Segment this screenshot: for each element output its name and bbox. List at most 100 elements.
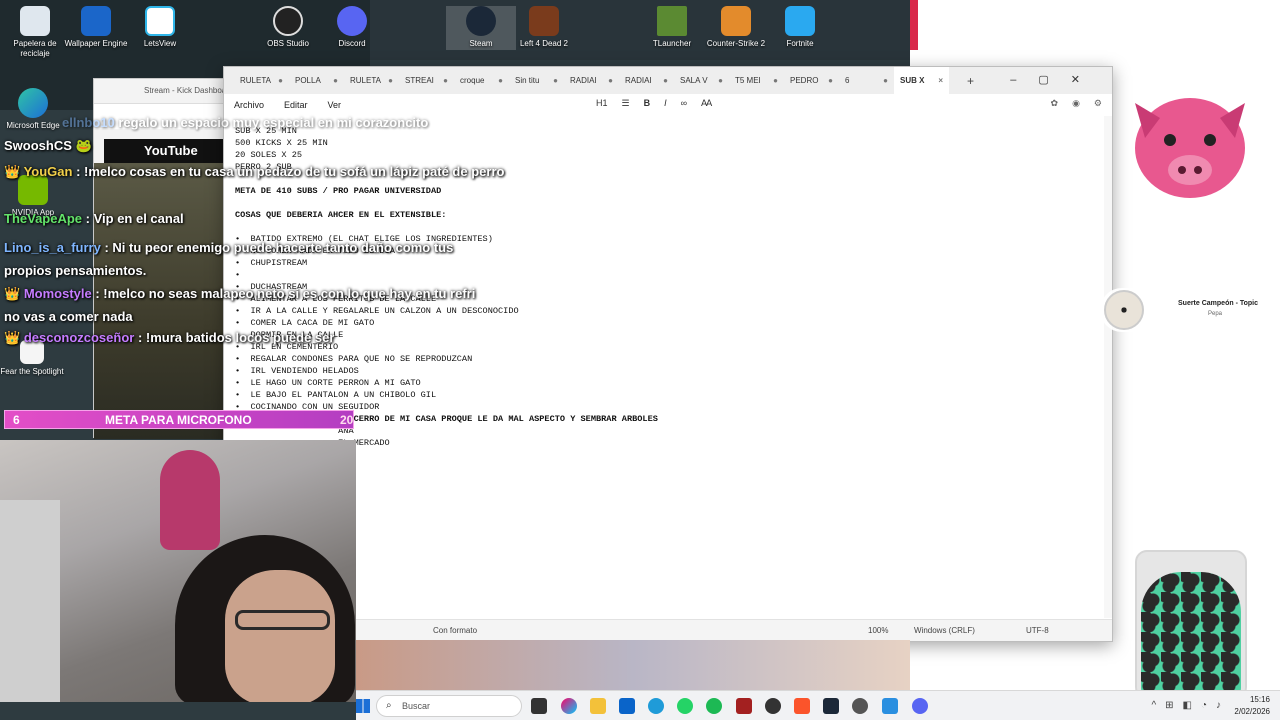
- desktop-icon-steam[interactable]: Steam: [446, 6, 516, 50]
- youtube-logo[interactable]: YouTube: [144, 143, 198, 158]
- clear-format-icon[interactable]: Ꜳ: [701, 98, 712, 109]
- close-icon[interactable]: ●: [553, 76, 558, 85]
- close-icon[interactable]: ●: [388, 76, 393, 85]
- steam-taskbar-icon[interactable]: [823, 698, 839, 714]
- close-icon[interactable]: ●: [828, 76, 833, 85]
- menu-editar[interactable]: Editar: [284, 100, 308, 110]
- tlauncher-icon: [657, 6, 687, 36]
- tab-2[interactable]: POLLA ●: [289, 76, 344, 85]
- counter-strike-2-icon: [721, 6, 751, 36]
- start-button[interactable]: [356, 699, 370, 713]
- obs-taskbar-icon[interactable]: [765, 698, 781, 714]
- goal-current: 6: [13, 413, 20, 427]
- text-line: META DE 410 SUBS / PRO PAGAR UNIVERSIDAD: [235, 186, 442, 196]
- chat-message: ellnbo10 regalo un espacio muy especial …: [62, 115, 429, 130]
- tab-1[interactable]: RULETA ●: [234, 76, 289, 85]
- italic-icon[interactable]: I: [664, 98, 667, 109]
- whatsapp-icon[interactable]: [677, 698, 693, 714]
- edge-icon: [18, 88, 48, 118]
- list-icon[interactable]: ☰: [622, 98, 630, 109]
- close-icon[interactable]: ●: [663, 76, 668, 85]
- close-icon[interactable]: ●: [278, 76, 283, 85]
- desktop-icon-recycle-bin[interactable]: Papelera de reciclaje: [0, 6, 70, 59]
- tab-7[interactable]: RADIAI ●: [564, 76, 619, 85]
- search-icon: ⌕: [386, 700, 392, 711]
- steam-icon: [466, 6, 496, 36]
- streamer-face: [225, 570, 335, 702]
- tab-3[interactable]: RULETA ●: [344, 76, 399, 85]
- browser-tab-title[interactable]: Stream - Kick Dashboa: [94, 79, 232, 103]
- desktop-icon-left4dead2[interactable]: Left 4 Dead 2: [509, 6, 579, 49]
- tab-4[interactable]: STREAI ●: [399, 76, 454, 85]
- desktop-icon-tlauncher[interactable]: TLauncher: [637, 6, 707, 49]
- status-format: Con formato: [433, 626, 478, 635]
- text-line: 20 SOLES X 25: [235, 150, 303, 160]
- text-line: • IRL VENDIENDO HELADOS: [235, 366, 359, 376]
- clock[interactable]: 15:16 2/02/2026: [1234, 694, 1270, 718]
- spotify-icon[interactable]: [706, 698, 722, 714]
- menu-ver[interactable]: Ver: [328, 100, 342, 110]
- new-tab-button[interactable]: +: [967, 74, 974, 88]
- close-icon[interactable]: ×: [938, 67, 943, 94]
- nvidia-taskbar-icon[interactable]: [852, 698, 868, 714]
- link-icon[interactable]: ∞: [681, 98, 687, 109]
- menu-archivo[interactable]: Archivo: [234, 100, 264, 110]
- text-line: [235, 197, 658, 209]
- window-controls[interactable]: –▢✕: [1010, 73, 1102, 86]
- youtube-header: YouTube: [104, 139, 234, 163]
- tab-5[interactable]: croque ●: [454, 76, 509, 85]
- desktop-icon-discord[interactable]: Discord: [317, 6, 387, 49]
- tab-13-active[interactable]: SUB X ×: [894, 67, 949, 94]
- close-icon[interactable]: ●: [883, 76, 888, 85]
- edge-taskbar-icon[interactable]: [648, 698, 664, 714]
- chat-message: SwooshCS 🐸: [4, 138, 92, 153]
- close-icon[interactable]: ●: [718, 76, 723, 85]
- recycle-bin-icon: [20, 6, 50, 36]
- gear-icon[interactable]: ⚙: [1094, 98, 1102, 109]
- store-icon[interactable]: [619, 698, 635, 714]
- bold-icon[interactable]: B: [644, 98, 651, 109]
- desktop-icon-wallpaper-engine[interactable]: Wallpaper Engine: [61, 6, 131, 49]
- vertical-scrollbar[interactable]: [1104, 116, 1112, 618]
- chat-message: 👑 Momostyle : !melco no seas malapeo net…: [4, 286, 476, 324]
- brave-icon[interactable]: [794, 698, 810, 714]
- heading-select[interactable]: H1: [596, 98, 608, 109]
- wallpaper-engine-icon: [81, 6, 111, 36]
- jar-contents: [1141, 572, 1241, 702]
- tab-12[interactable]: 6 ●: [839, 76, 894, 85]
- chat-message: Lino_is_a_furry : Ni tu peor enemigo pue…: [4, 240, 454, 278]
- notepad-right-tools: ✿ ◉ ⚙: [1051, 98, 1102, 109]
- letsview-icon: [145, 6, 175, 36]
- close-icon[interactable]: ●: [333, 76, 338, 85]
- tab-8[interactable]: RADIAI ●: [619, 76, 674, 85]
- desktop-icon-fortnite[interactable]: Fortnite: [765, 6, 835, 49]
- file-explorer-icon[interactable]: [590, 698, 606, 714]
- system-tray[interactable]: ^⊞◧◔♪: [1151, 700, 1230, 711]
- close-icon[interactable]: ●: [773, 76, 778, 85]
- text-line: COSAS QUE DEBERIA AHCER EN EL EXTENSIBLE…: [235, 210, 447, 220]
- task-view-icon[interactable]: [531, 698, 547, 714]
- desktop-icon-obs[interactable]: OBS Studio: [253, 6, 323, 49]
- notepad-taskbar-icon[interactable]: [882, 698, 898, 714]
- tab-6[interactable]: Sin titu ●: [509, 76, 564, 85]
- close-icon[interactable]: ●: [608, 76, 613, 85]
- dota-icon[interactable]: [736, 698, 752, 714]
- tab-9[interactable]: SALA V ●: [674, 76, 729, 85]
- copilot-taskbar-icon[interactable]: [561, 698, 577, 714]
- song-artist: Pepa: [1208, 311, 1223, 317]
- notepad-tab-bar: RULETA ● POLLA ● RULETA ● STREAI ● croque ● S…: [224, 67, 1112, 94]
- tab-10[interactable]: T5 MEI ●: [729, 76, 784, 85]
- account-icon[interactable]: ◉: [1072, 98, 1080, 109]
- search-box[interactable]: ⌕ Buscar: [376, 695, 522, 717]
- desktop-icon-counter-strike-2[interactable]: Counter-Strike 2: [701, 6, 771, 49]
- desktop-icon-edge[interactable]: Microsoft Edge: [0, 88, 68, 131]
- close-icon[interactable]: ●: [443, 76, 448, 85]
- now-playing-widget[interactable]: Suerte Campeón - Topic Pepa: [1100, 288, 1280, 332]
- copilot-icon[interactable]: ✿: [1051, 98, 1059, 109]
- desktop-icon-letsview[interactable]: LetsView: [125, 6, 195, 49]
- close-icon[interactable]: ●: [498, 76, 503, 85]
- discord-taskbar-icon[interactable]: [912, 698, 928, 714]
- wallpaper-accent: [910, 0, 918, 50]
- fortnite-icon: [785, 6, 815, 36]
- tab-11[interactable]: PEDRO ●: [784, 76, 839, 85]
